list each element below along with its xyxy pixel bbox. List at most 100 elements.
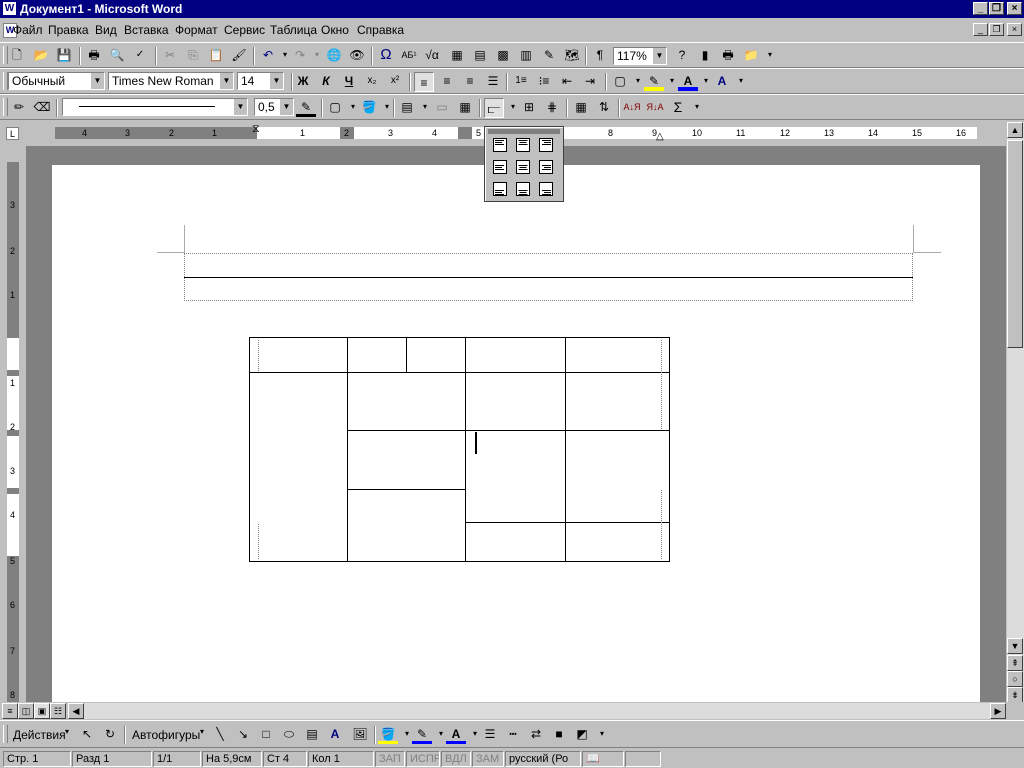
align-bottom-center-icon[interactable] <box>513 180 533 198</box>
table-autoformat-icon[interactable]: ▦ <box>571 97 591 117</box>
clipart-icon[interactable]: 🖼 <box>350 724 370 744</box>
cut-icon[interactable]: ✂ <box>160 45 180 65</box>
rectangle-tool-icon[interactable]: □ <box>256 724 276 744</box>
open-folder-icon[interactable]: 📁 <box>741 45 761 65</box>
status-ext[interactable]: ВДЛ <box>441 751 471 767</box>
word-app-icon[interactable]: W <box>3 2 16 15</box>
scroll-thumb[interactable] <box>1007 140 1023 348</box>
paste-icon[interactable]: 📋 <box>206 45 226 65</box>
doc-restore-button[interactable]: ❐ <box>989 23 1004 36</box>
underline-button[interactable]: Ч <box>339 71 359 91</box>
align-center-icon[interactable]: ≡ <box>437 71 457 91</box>
font-color-icon[interactable]: A <box>446 724 466 744</box>
highlight-icon[interactable]: ✎ <box>644 71 664 91</box>
font-case-icon[interactable]: AБ¹ <box>399 45 419 65</box>
scroll-down-icon[interactable]: ▼ <box>1007 638 1023 654</box>
menu-window[interactable]: Окно <box>321 23 349 37</box>
doc-close-button[interactable]: × <box>1007 23 1022 36</box>
dash-style-icon[interactable]: ┅ <box>503 724 523 744</box>
ruler-column-marker[interactable] <box>458 127 472 139</box>
help-icon[interactable]: ? <box>672 45 692 65</box>
show-formatting-icon[interactable]: ¶ <box>590 45 610 65</box>
border-color-icon[interactable]: ✎ <box>296 97 316 117</box>
save-icon[interactable]: 💾 <box>54 45 74 65</box>
spelling-icon[interactable]: ✓ <box>130 45 150 65</box>
status-ovr[interactable]: ЗАМ <box>472 751 504 767</box>
align-left-icon[interactable]: ≡ <box>414 72 434 92</box>
align-right-icon[interactable]: ≡ <box>460 71 480 91</box>
numbering-icon[interactable]: 1≡ <box>511 71 531 91</box>
actions-menu[interactable]: Действия <box>13 728 66 742</box>
status-trk[interactable]: ИСПР <box>406 751 440 767</box>
tab-selector-icon[interactable]: L <box>6 127 19 140</box>
split-cells-icon[interactable]: ▦ <box>455 97 475 117</box>
drawing-icon[interactable]: ✎ <box>539 45 559 65</box>
normal-view-icon[interactable]: ≡ <box>2 703 18 719</box>
equation-icon[interactable]: √α <box>422 45 442 65</box>
autoshapes-menu[interactable]: Автофигуры <box>132 728 200 742</box>
align-top-right-icon[interactable] <box>536 136 556 154</box>
zoom-combo[interactable]: 117% ▼ <box>613 47 667 65</box>
new-document-icon[interactable]: 🗋 <box>7 45 27 65</box>
insert-excel-icon[interactable]: ▩ <box>493 45 513 65</box>
format-painter-icon[interactable]: 🖌 <box>229 45 249 65</box>
open-folder-icon[interactable]: 📂 <box>31 45 51 65</box>
restore-button[interactable]: ❐ <box>989 2 1004 15</box>
align-bottom-right-icon[interactable] <box>536 180 556 198</box>
vertical-scrollbar[interactable]: ▲ ▼ ⇞ ○ ⇟ <box>1007 122 1024 703</box>
font-size-combo[interactable]: 14 ▼ <box>237 72 284 90</box>
insert-table-icon[interactable]: ▤ <box>397 97 417 117</box>
minimize-button[interactable]: _ <box>973 2 988 15</box>
previous-page-icon[interactable]: ⇞ <box>1007 655 1023 671</box>
chevron-down-icon[interactable]: ▾ <box>200 727 204 736</box>
line-style-icon[interactable]: ☰ <box>480 724 500 744</box>
print-preview-icon[interactable]: 🔍 <box>107 45 127 65</box>
italic-button[interactable]: К <box>316 71 336 91</box>
row-marker[interactable] <box>7 370 19 376</box>
tables-borders-icon[interactable]: ▦ <box>447 45 467 65</box>
scroll-left-icon[interactable]: ◀ <box>68 703 84 719</box>
eraser-icon[interactable]: ⌫ <box>32 97 52 117</box>
more-buttons-icon[interactable]: ▾ <box>760 45 780 65</box>
line-style-combo[interactable]: ▼ <box>62 98 248 116</box>
chevron-down-icon[interactable]: ▼ <box>233 99 247 115</box>
menu-file[interactable]: Файл <box>13 23 43 37</box>
change-text-direction-icon[interactable]: ⇅ <box>594 97 614 117</box>
menu-tools[interactable]: Сервис <box>224 23 265 37</box>
menu-table[interactable]: Таблица <box>270 23 317 37</box>
web-toolbar-icon[interactable]: 👁 <box>347 45 367 65</box>
close-button[interactable]: × <box>1007 2 1022 15</box>
web-layout-view-icon[interactable]: ◫ <box>18 703 34 719</box>
next-page-icon[interactable]: ⇟ <box>1007 687 1023 703</box>
shading-color-icon[interactable]: 🪣 <box>359 97 379 117</box>
select-browse-object-icon[interactable]: ○ <box>1007 671 1023 687</box>
arrow-tool-icon[interactable]: ↘ <box>233 724 253 744</box>
chevron-down-icon[interactable]: ▼ <box>219 73 233 89</box>
status-language[interactable]: русский (Ро <box>505 751 581 767</box>
fill-color-icon[interactable]: 🪣 <box>378 724 398 744</box>
copy-icon[interactable]: ⎘ <box>183 45 203 65</box>
bold-button[interactable]: Ж <box>293 71 313 91</box>
line-tool-icon[interactable]: ╲ <box>210 724 230 744</box>
justify-icon[interactable]: ☰ <box>483 71 503 91</box>
chevron-down-icon[interactable]: ▼ <box>652 48 666 64</box>
font-combo[interactable]: Times New Roman ▼ <box>108 72 234 90</box>
align-top-center-icon[interactable] <box>513 136 533 154</box>
columns-icon[interactable]: ▥ <box>516 45 536 65</box>
status-rec[interactable]: ЗАП <box>375 751 405 767</box>
print-icon[interactable]: 🖶 <box>718 45 738 65</box>
chevron-down-icon[interactable]: ▾ <box>65 727 69 736</box>
menu-insert[interactable]: Вставка <box>124 23 169 37</box>
toolbar-grip[interactable] <box>3 98 8 116</box>
document-map-icon[interactable]: 🗺 <box>562 45 582 65</box>
chevron-down-icon[interactable]: ▼ <box>279 99 293 115</box>
decrease-indent-icon[interactable]: ⇤ <box>557 71 577 91</box>
increase-indent-icon[interactable]: ⇥ <box>580 71 600 91</box>
chevron-down-icon[interactable]: ▼ <box>90 73 104 89</box>
sort-ascending-icon[interactable]: А↓Я <box>622 97 642 117</box>
shadow-icon[interactable]: ■ <box>549 724 569 744</box>
document-table[interactable] <box>249 337 670 562</box>
superscript-icon[interactable]: x² <box>385 71 405 91</box>
align-center-left-icon[interactable] <box>490 158 510 176</box>
cell-alignment-button[interactable]: ⫍ <box>484 98 504 118</box>
